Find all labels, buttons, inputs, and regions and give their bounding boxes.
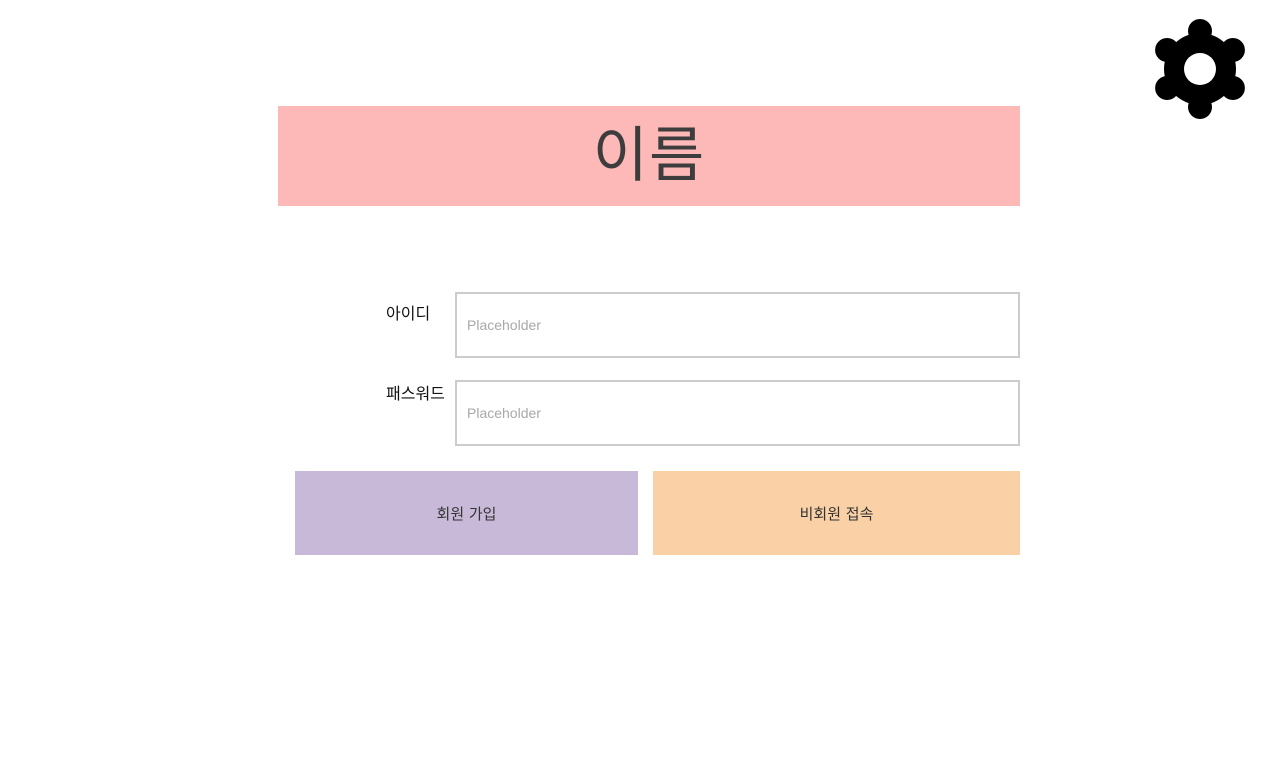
settings-button[interactable] (1150, 19, 1250, 119)
signup-button[interactable]: 회원 가입 (295, 471, 638, 555)
guest-access-button[interactable]: 비회원 접속 (653, 471, 1020, 555)
title-banner: 이름 (278, 106, 1020, 206)
page-title: 이름 (592, 121, 706, 191)
signup-button-label: 회원 가입 (436, 504, 497, 523)
id-label: 아이디 (386, 304, 431, 323)
password-input[interactable] (455, 380, 1020, 446)
guest-access-button-label: 비회원 접속 (799, 504, 874, 523)
gear-icon (1155, 19, 1245, 119)
login-screen: 이름 아이디 패스워드 회원 가입 비회원 접속 (0, 0, 1280, 768)
password-label: 패스워드 (386, 384, 445, 403)
id-input[interactable] (455, 292, 1020, 358)
